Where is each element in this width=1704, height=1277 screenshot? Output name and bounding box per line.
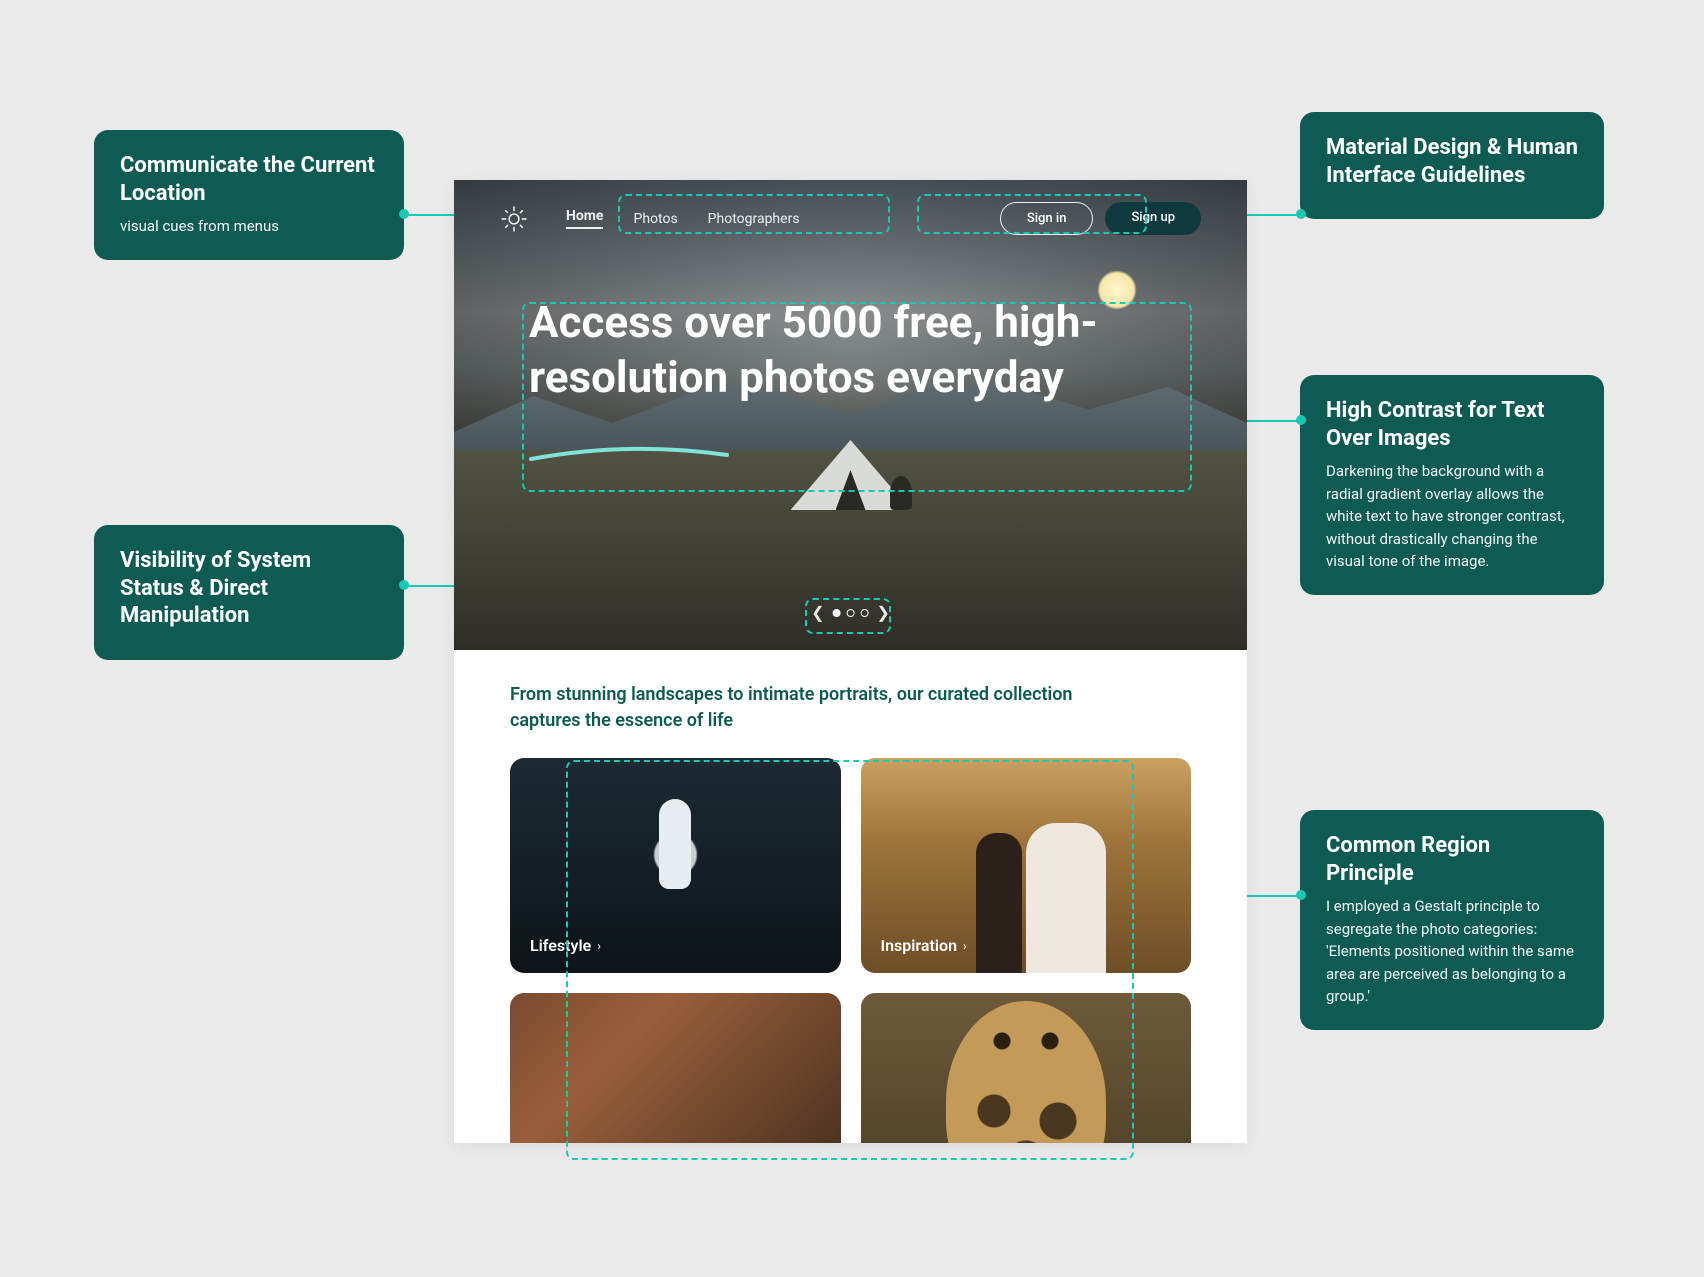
callout-body: Darkening the background with a radial g… bbox=[1326, 460, 1578, 573]
callout-high-contrast: High Contrast for Text Over Images Darke… bbox=[1300, 375, 1604, 595]
chevron-right-icon: › bbox=[597, 939, 601, 953]
card-label-text: Lifestyle bbox=[530, 936, 591, 955]
card-label: Inspiration › bbox=[881, 936, 967, 955]
card-label-text: Inspiration bbox=[881, 936, 958, 955]
callout-visibility-status: Visibility of System Status & Direct Man… bbox=[94, 525, 404, 660]
pager-dot[interactable] bbox=[833, 609, 841, 617]
connector-dot bbox=[1296, 890, 1306, 900]
callout-title: High Contrast for Text Over Images bbox=[1326, 397, 1578, 452]
callout-body: I employed a Gestalt principle to segreg… bbox=[1326, 895, 1578, 1008]
pager-dots bbox=[833, 609, 869, 617]
cropped-cards-row bbox=[510, 993, 1191, 1143]
connector-dot bbox=[1296, 209, 1306, 219]
connector-dot bbox=[399, 580, 409, 590]
callout-material-design: Material Design & Human Interface Guidel… bbox=[1300, 112, 1604, 219]
hero: Home Photos Photographers Sign in Sign u… bbox=[454, 180, 1247, 650]
callout-title: Common Region Principle bbox=[1326, 832, 1578, 887]
card-lifestyle[interactable]: Lifestyle › bbox=[510, 758, 841, 973]
decorative-person bbox=[890, 476, 912, 510]
callout-communicate-location: Communicate the Current Location visual … bbox=[94, 130, 404, 260]
nav-home[interactable]: Home bbox=[566, 208, 603, 229]
callout-body: visual cues from menus bbox=[120, 215, 378, 238]
auth-buttons: Sign in Sign up bbox=[1000, 202, 1201, 235]
callout-title: Visibility of System Status & Direct Man… bbox=[120, 547, 378, 630]
website-mockup: Home Photos Photographers Sign in Sign u… bbox=[454, 180, 1247, 1143]
connector-dot bbox=[399, 209, 409, 219]
card-cropped-left[interactable] bbox=[510, 993, 841, 1143]
pager-dot[interactable] bbox=[861, 609, 869, 617]
annotated-design-canvas: Communicate the Current Location visual … bbox=[0, 0, 1704, 1277]
callout-common-region: Common Region Principle I employed a Ges… bbox=[1300, 810, 1604, 1030]
signin-button[interactable]: Sign in bbox=[1000, 202, 1094, 235]
card-inspiration[interactable]: Inspiration › bbox=[861, 758, 1192, 973]
logo-icon bbox=[500, 205, 528, 233]
callout-title: Communicate the Current Location bbox=[120, 152, 378, 207]
category-grid: Lifestyle › Inspiration › bbox=[510, 758, 1191, 1143]
chevron-right-icon: › bbox=[963, 939, 967, 953]
nav-photographers[interactable]: Photographers bbox=[708, 211, 800, 227]
nav-links: Home Photos Photographers bbox=[566, 208, 800, 229]
section-title: From stunning landscapes to intimate por… bbox=[510, 682, 1110, 734]
card-label: Lifestyle › bbox=[530, 936, 601, 955]
connector-dot bbox=[1296, 415, 1306, 425]
categories-section: From stunning landscapes to intimate por… bbox=[454, 650, 1247, 1143]
pager-next-icon[interactable]: ❯ bbox=[877, 603, 890, 622]
top-nav: Home Photos Photographers Sign in Sign u… bbox=[454, 180, 1247, 235]
card-cropped-right[interactable] bbox=[861, 993, 1192, 1143]
pager-prev-icon[interactable]: ❮ bbox=[811, 603, 824, 622]
hero-title: Access over 5000 free, high-resolution p… bbox=[529, 295, 1172, 405]
signup-button[interactable]: Sign up bbox=[1105, 202, 1201, 235]
callout-title: Material Design & Human Interface Guidel… bbox=[1326, 134, 1578, 189]
hero-pager: ❮ ❯ bbox=[811, 603, 890, 622]
nav-photos[interactable]: Photos bbox=[633, 211, 677, 227]
decorative-underline bbox=[529, 445, 729, 465]
pager-dot[interactable] bbox=[847, 609, 855, 617]
